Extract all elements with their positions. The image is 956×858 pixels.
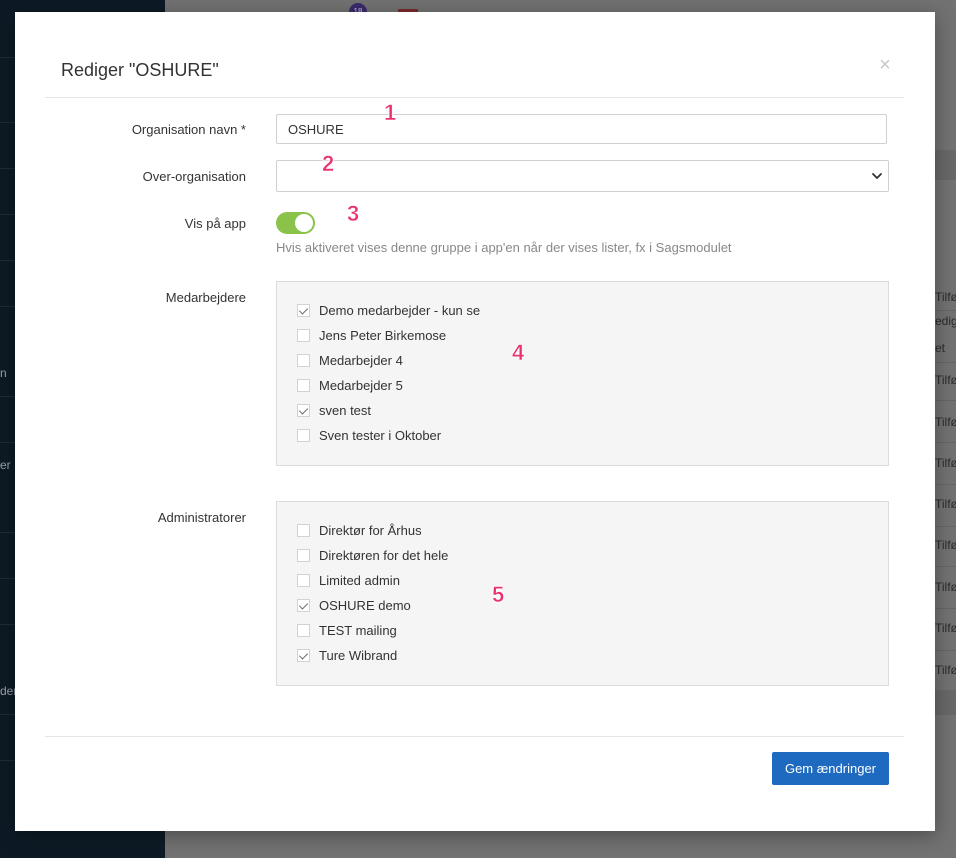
parent-org-label: Over-organisation — [142, 169, 246, 184]
employee-item[interactable]: Medarbejder 4 — [297, 350, 403, 370]
show-in-app-toggle[interactable] — [276, 212, 315, 234]
background-row-line — [935, 526, 956, 527]
checkbox[interactable] — [297, 623, 310, 637]
checkbox[interactable] — [297, 523, 310, 537]
background-footer-band — [935, 690, 956, 715]
checkbox[interactable] — [297, 353, 310, 367]
background-row-line — [935, 442, 956, 443]
admin-item[interactable]: Ture Wibrand — [297, 645, 397, 665]
employee-item[interactable]: Jens Peter Birkemose — [297, 325, 446, 345]
admin-item-label: Limited admin — [319, 572, 400, 588]
admin-item-label: TEST mailing — [319, 622, 397, 638]
sidebar-fragment: er — [0, 458, 11, 472]
org-name-label: Organisation navn * — [131, 122, 246, 137]
modal-title: Rediger "OSHURE" — [61, 60, 219, 80]
annotation-marker: 5 — [492, 582, 505, 608]
background-add-button: Tilføj — [935, 621, 956, 635]
show-in-app-label: Vis på app — [184, 216, 246, 231]
employee-item-label: Medarbejder 5 — [319, 377, 403, 393]
admin-item[interactable]: Limited admin — [297, 570, 400, 590]
admin-item[interactable]: Direktøren for det hele — [297, 545, 448, 565]
annotation-marker: 4 — [512, 340, 525, 366]
admin-item[interactable]: Direktør for Århus — [297, 520, 422, 540]
employees-label: Medarbejdere — [165, 290, 246, 305]
admin-item-label: Direktør for Århus — [319, 522, 422, 538]
employee-item-label: Sven tester i Oktober — [319, 427, 442, 443]
modal-header: Rediger "OSHURE" × — [45, 12, 904, 98]
employee-item-label: Demo medarbejder - kun se — [319, 302, 481, 318]
background-row-line — [935, 400, 956, 401]
admin-item[interactable]: OSHURE demo — [297, 595, 411, 615]
checkbox[interactable] — [297, 598, 310, 612]
org-name-input[interactable] — [276, 114, 887, 144]
employee-item[interactable]: Medarbejder 5 — [297, 375, 403, 395]
chevron-down-icon — [872, 173, 882, 179]
checkbox[interactable] — [297, 303, 310, 317]
background-row-line — [935, 650, 956, 651]
employee-item[interactable]: Demo medarbejder - kun se — [297, 300, 480, 320]
show-in-app-help-text: Hvis aktiveret vises denne gruppe i app'… — [276, 240, 732, 255]
background-text: et — [935, 341, 946, 355]
background-add-button: Tilføj — [935, 538, 956, 552]
background-row-line — [935, 566, 956, 567]
checkbox[interactable] — [297, 403, 310, 417]
background-row-line — [935, 310, 956, 311]
admin-item-label: Direktøren for det hele — [319, 547, 449, 563]
background-row-line — [935, 484, 956, 485]
background-add-button: Tilføj — [935, 415, 956, 429]
toggle-knob — [295, 214, 313, 232]
admins-list: Direktør for Århus Direktøren for det he… — [276, 501, 889, 686]
edit-organisation-modal: Rediger "OSHURE" × Organisation navn * O… — [15, 12, 935, 831]
sidebar-fragment: n — [0, 366, 7, 380]
employee-item[interactable]: Sven tester i Oktober — [297, 425, 441, 445]
employee-item-label: sven test — [319, 402, 372, 418]
employee-item[interactable]: sven test — [297, 400, 371, 420]
background-add-button: Tilføj — [935, 456, 956, 470]
checkbox[interactable] — [297, 378, 310, 392]
background-add-button: Tilføj — [935, 373, 956, 387]
background-row-line — [935, 608, 956, 609]
background-edit-button: edige — [935, 314, 956, 328]
background-header-band — [935, 150, 956, 180]
checkbox[interactable] — [297, 548, 310, 562]
employees-list: Demo medarbejder - kun se Jens Peter Bir… — [276, 281, 889, 466]
checkbox[interactable] — [297, 328, 310, 342]
admins-label: Administratorer — [157, 510, 246, 525]
background-add-button: Tilføj — [935, 663, 956, 677]
background-add-button: Tilføj — [935, 497, 956, 511]
employee-item-label: Medarbejder 4 — [319, 352, 403, 368]
annotation-marker: 2 — [322, 151, 335, 177]
checkbox[interactable] — [297, 648, 310, 662]
save-changes-button[interactable]: Gem ændringer — [772, 752, 889, 785]
modal-footer-divider — [45, 736, 904, 737]
background-row-line — [935, 362, 956, 363]
admin-item[interactable]: TEST mailing — [297, 620, 397, 640]
admin-item-label: Ture Wibrand — [319, 647, 398, 663]
checkbox[interactable] — [297, 428, 310, 442]
admin-item-label: OSHURE demo — [319, 597, 411, 613]
background-add-button: Tilføj — [935, 290, 956, 304]
annotation-marker: 3 — [347, 201, 360, 227]
parent-org-select[interactable] — [276, 160, 889, 192]
close-icon[interactable]: × — [876, 55, 894, 75]
annotation-marker: 1 — [384, 100, 397, 126]
background-add-button: Tilføj — [935, 580, 956, 594]
employee-item-label: Jens Peter Birkemose — [319, 327, 447, 343]
checkbox[interactable] — [297, 573, 310, 587]
